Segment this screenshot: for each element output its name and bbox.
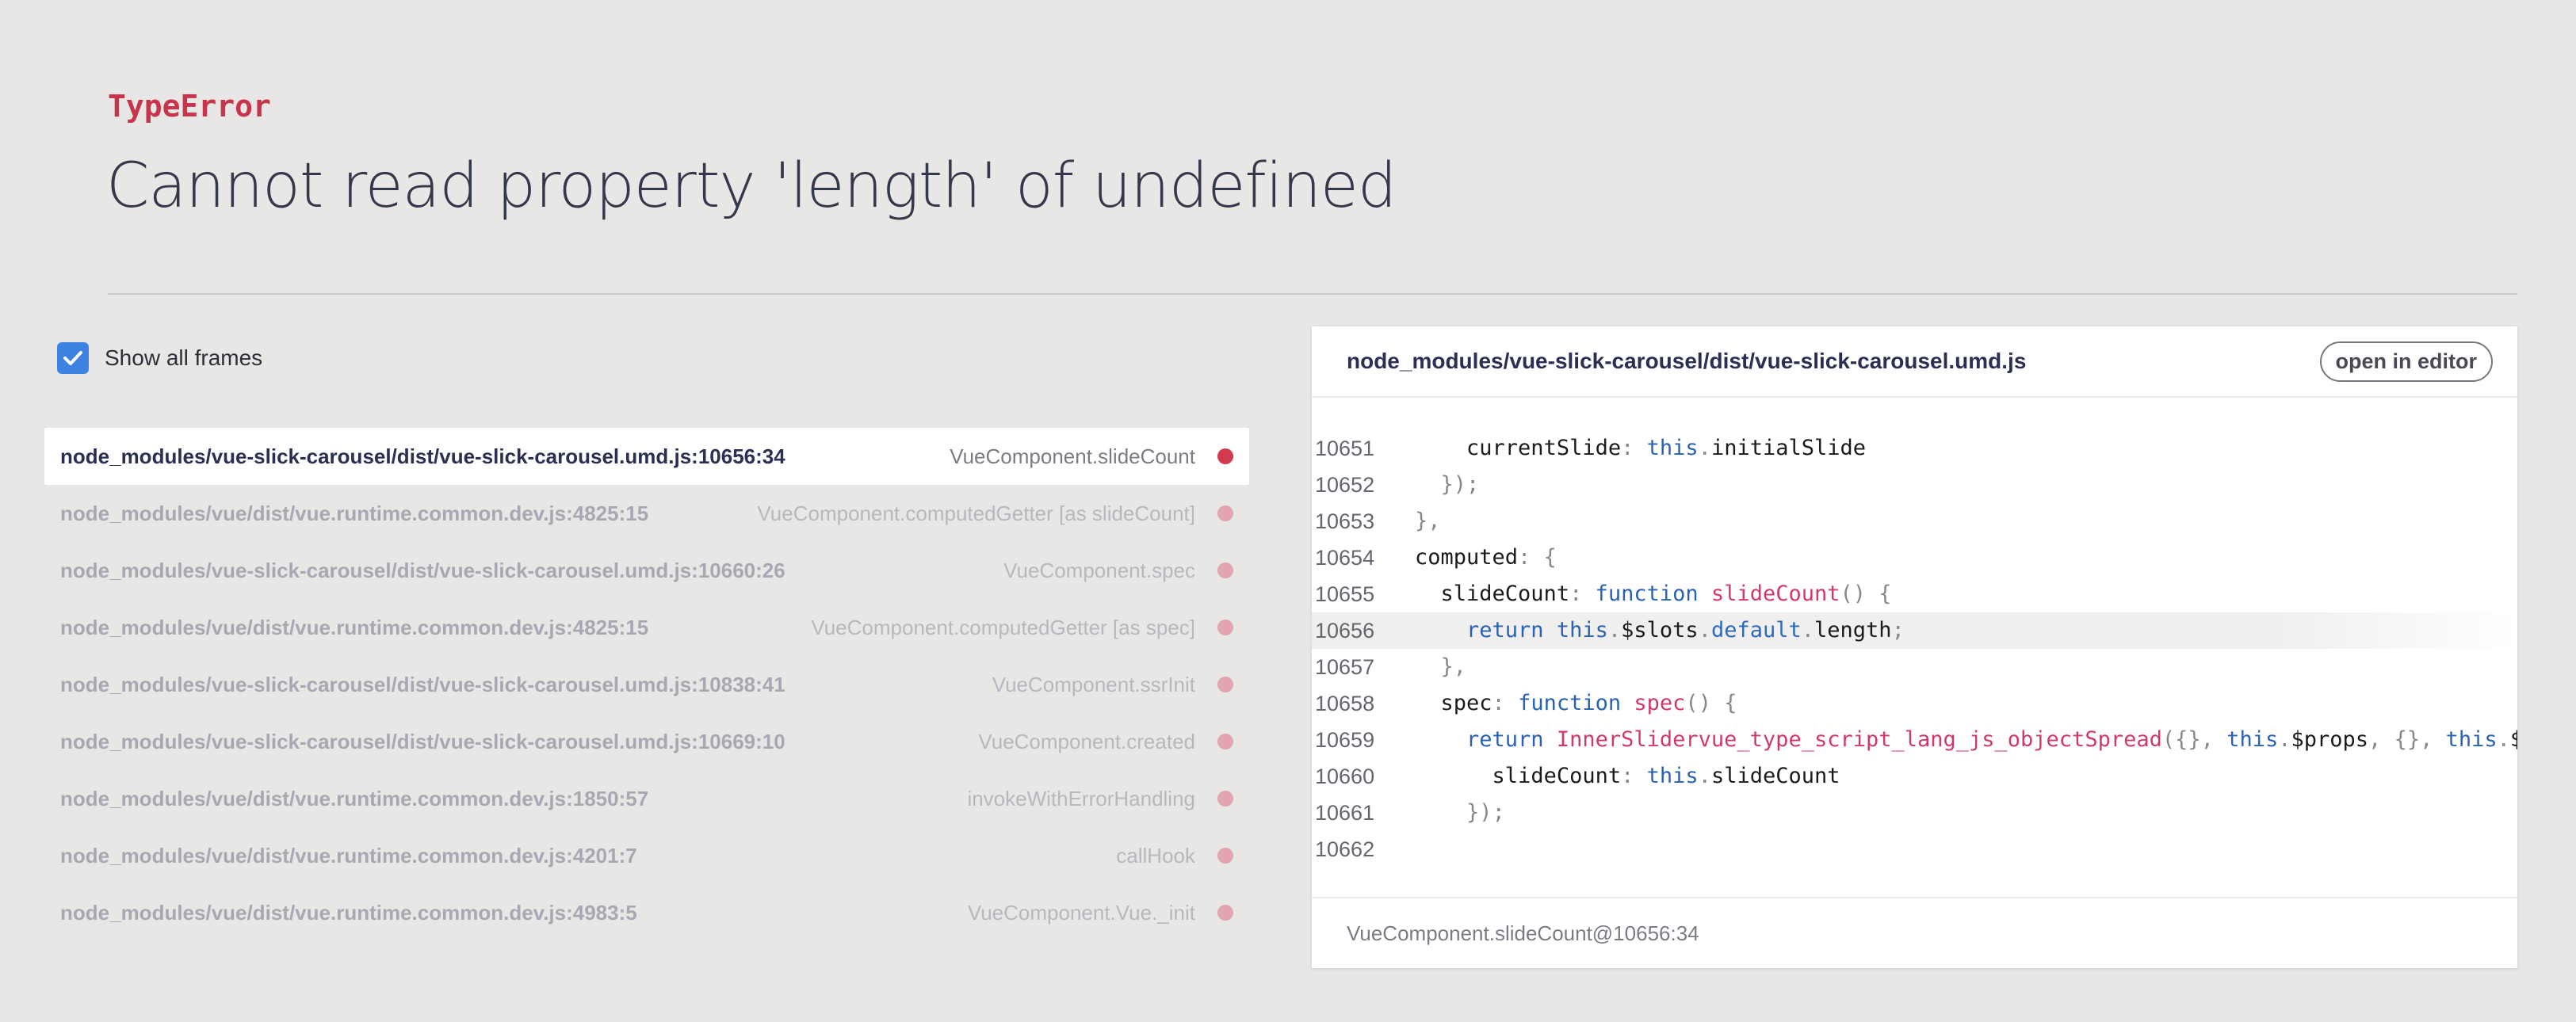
code-text: spec: function spec() { (1440, 691, 1737, 715)
code-preview-panel: node_modules/vue-slick-carousel/dist/vue… (1312, 326, 2517, 968)
frame-location: VueComponent.slideCount@10656:34 (1347, 921, 1699, 945)
code-line: 10661 }); (1312, 795, 2517, 831)
code-panel-header: node_modules/vue-slick-carousel/dist/vue… (1312, 326, 2517, 398)
stack-frame-file: node_modules/vue/dist/vue.runtime.common… (60, 900, 637, 925)
line-number: 10659 (1315, 728, 1375, 752)
code-line: 10653}, (1312, 503, 2517, 540)
stack-frame-file: node_modules/vue-slick-carousel/dist/vue… (60, 558, 785, 582)
code-line: 10657 }, (1312, 649, 2517, 685)
stack-frame-list: node_modules/vue-slick-carousel/dist/vue… (44, 428, 1249, 941)
open-in-editor-button[interactable]: open in editor (2319, 341, 2493, 382)
frame-indicator-dot-icon (1217, 734, 1233, 749)
stack-frame-method: VueComponent.ssrInit (992, 672, 1195, 696)
code-line: 10659 return InnerSlidervue_type_script_… (1312, 722, 2517, 758)
stack-frame-method: VueComponent.computedGetter [as spec] (811, 615, 1195, 639)
stack-frame-method: invokeWithErrorHandling (967, 786, 1195, 810)
stack-frame-row[interactable]: node_modules/vue/dist/vue.runtime.common… (44, 770, 1249, 827)
stack-frame-row[interactable]: node_modules/vue-slick-carousel/dist/vue… (44, 713, 1249, 770)
show-all-frames-checkbox[interactable] (57, 342, 89, 374)
header-divider (108, 293, 2517, 295)
code-text: }); (1440, 472, 1480, 497)
code-text: computed: { (1415, 545, 1557, 570)
line-number: 10657 (1315, 655, 1375, 679)
stack-frame-method: VueComponent.Vue._init (967, 900, 1195, 925)
code-panel-file-path: node_modules/vue-slick-carousel/dist/vue… (1347, 349, 2027, 373)
code-line: 10654 computed: { (1312, 540, 2517, 576)
error-message: Cannot read property 'length' of undefin… (106, 151, 1397, 222)
frame-indicator-dot-icon (1217, 562, 1233, 578)
stack-frame-file: node_modules/vue-slick-carousel/dist/vue… (60, 444, 785, 468)
stack-frame-file: node_modules/vue-slick-carousel/dist/vue… (60, 729, 785, 753)
code-text: slideCount: this.slideCount (1492, 764, 1840, 788)
frame-indicator-dot-icon (1217, 791, 1233, 807)
stack-frame-file: node_modules/vue/dist/vue.runtime.common… (60, 501, 649, 525)
code-line: 10655 slideCount: function slideCount() … (1312, 576, 2517, 612)
code-line: 10662 (1312, 831, 2517, 868)
frame-indicator-dot-icon (1217, 620, 1233, 635)
stack-frame-row[interactable]: node_modules/vue-slick-carousel/dist/vue… (44, 542, 1249, 599)
show-all-frames-toggle[interactable]: Show all frames (57, 341, 262, 376)
checkmark-icon (63, 351, 82, 365)
stack-frame-method: VueComponent.spec (1003, 558, 1195, 582)
stack-frame-row[interactable]: node_modules/vue/dist/vue.runtime.common… (44, 827, 1249, 884)
stack-frame-row[interactable]: node_modules/vue-slick-carousel/dist/vue… (44, 428, 1249, 485)
show-all-frames-label: Show all frames (105, 345, 263, 370)
stack-frame-file: node_modules/vue/dist/vue.runtime.common… (60, 786, 649, 810)
code-text: }, (1440, 654, 1467, 679)
stack-frame-row[interactable]: node_modules/vue/dist/vue.runtime.common… (44, 884, 1249, 941)
code-text: return this.$slots.default.length; (1466, 618, 1905, 643)
stack-frame-row[interactable]: node_modules/vue-slick-carousel/dist/vue… (44, 656, 1249, 713)
line-number: 10658 (1315, 692, 1375, 715)
code-line: 10660 slideCount: this.slideCount (1312, 758, 2517, 795)
code-text: }); (1466, 800, 1505, 825)
code-line: 10656 return this.$slots.default.length; (1312, 612, 2517, 649)
frame-indicator-dot-icon (1217, 848, 1233, 864)
frame-indicator-dot-icon (1217, 905, 1233, 921)
line-number: 10651 (1315, 437, 1375, 460)
stack-frame-method: VueComponent.computedGetter [as slideCou… (757, 501, 1195, 525)
stack-frame-method: callHook (1116, 843, 1195, 868)
code-panel-footer: VueComponent.slideCount@10656:34 (1312, 897, 2517, 968)
stack-frame-row[interactable]: node_modules/vue/dist/vue.runtime.common… (44, 485, 1249, 542)
stack-frame-file: node_modules/vue-slick-carousel/dist/vue… (60, 672, 785, 696)
code-line: 10652 }); (1312, 467, 2517, 503)
error-type: TypeError (108, 89, 271, 124)
code-block: 10651 currentSlide: this.initialSlide 106… (1312, 430, 2517, 868)
line-number: 10660 (1315, 765, 1375, 788)
line-number: 10652 (1315, 473, 1375, 497)
stack-frame-method: VueComponent.slideCount (950, 444, 1195, 468)
stack-frame-row[interactable]: node_modules/vue/dist/vue.runtime.common… (44, 599, 1249, 656)
line-number: 10653 (1315, 509, 1375, 533)
code-text: }, (1415, 509, 1441, 533)
line-number: 10661 (1315, 801, 1375, 825)
code-text: slideCount: function slideCount() { (1440, 582, 1892, 606)
line-number: 10655 (1315, 582, 1375, 606)
line-number: 10662 (1315, 837, 1375, 861)
line-number: 10656 (1315, 619, 1375, 643)
frame-indicator-dot-icon (1217, 448, 1233, 464)
code-line: 10658 spec: function spec() { (1312, 685, 2517, 722)
code-text: currentSlide: this.initialSlide (1466, 436, 1867, 460)
frame-indicator-dot-icon (1217, 505, 1233, 521)
stack-frame-file: node_modules/vue/dist/vue.runtime.common… (60, 615, 649, 639)
code-line: 10651 currentSlide: this.initialSlide (1312, 430, 2517, 467)
frame-indicator-dot-icon (1217, 677, 1233, 692)
line-number: 10654 (1315, 546, 1375, 570)
stack-frame-file: node_modules/vue/dist/vue.runtime.common… (60, 843, 637, 868)
stack-frame-method: VueComponent.created (978, 729, 1195, 753)
code-text: return InnerSlidervue_type_script_lang_j… (1466, 727, 2517, 752)
